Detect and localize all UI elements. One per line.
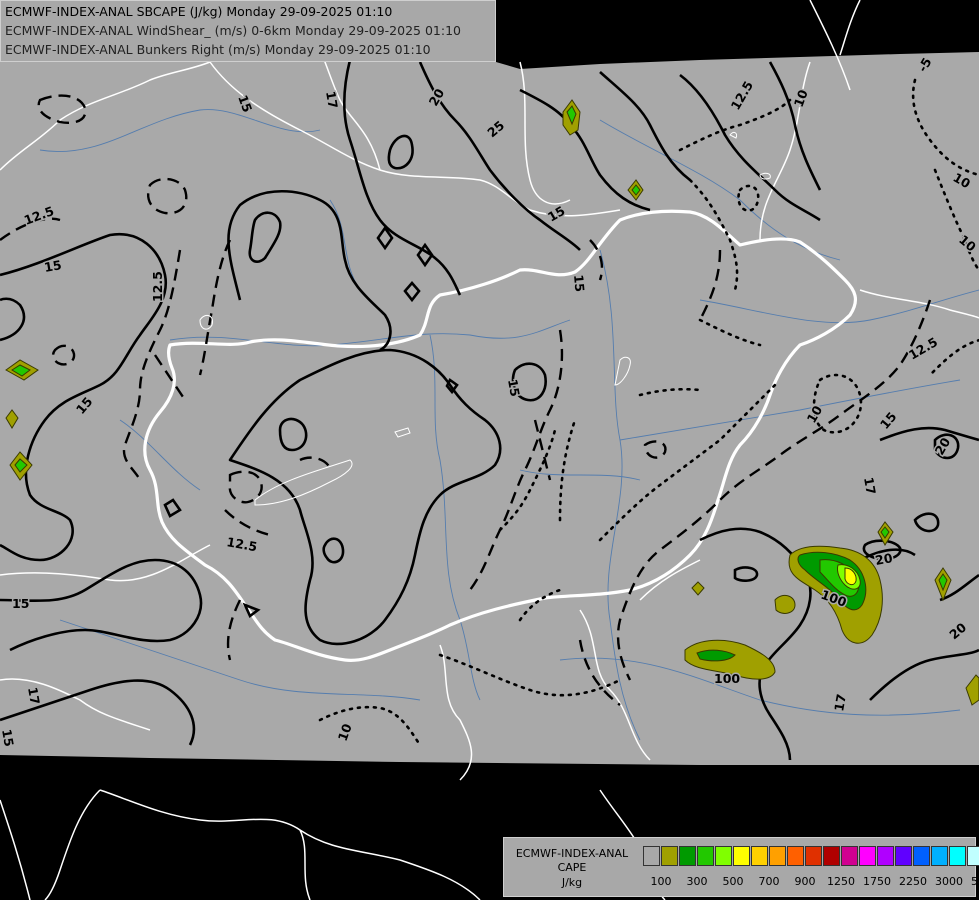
- title-windshear: ECMWF-INDEX-ANAL WindShear_ (m/s) 0-6km …: [5, 23, 461, 38]
- legend-unit: J/kg: [561, 876, 583, 889]
- legend-swatch: [679, 846, 696, 866]
- legend-tick-label: 300: [686, 875, 708, 888]
- map-title-box: ECMWF-INDEX-ANAL SBCAPE (J/kg) Monday 29…: [0, 0, 496, 62]
- legend-swatch: [895, 846, 912, 866]
- legend-swatch: [643, 846, 660, 866]
- legend-swatch: [805, 846, 822, 866]
- legend-swatch: [823, 846, 840, 866]
- legend-swatch: [715, 846, 732, 866]
- legend-variable: CAPE: [557, 861, 587, 874]
- legend-swatch: [697, 846, 714, 866]
- legend-swatch: [733, 846, 750, 866]
- legend-tick-label: 100: [650, 875, 672, 888]
- legend-color-scale: [643, 846, 979, 866]
- contour-label: 12.5: [150, 271, 165, 302]
- legend-swatch: [931, 846, 948, 866]
- legend-swatch: [769, 846, 786, 866]
- legend-swatch: [967, 846, 979, 866]
- contour-label: 15: [0, 728, 17, 748]
- contour-label: 15: [505, 378, 523, 398]
- title-sbcape: ECMWF-INDEX-ANAL SBCAPE (J/kg) Monday 29…: [5, 4, 393, 19]
- legend-swatch: [913, 846, 930, 866]
- legend-tick-label: 500: [722, 875, 744, 888]
- contour-label: 15: [12, 596, 29, 611]
- legend-swatch: [859, 846, 876, 866]
- legend-tick-label: 1750: [863, 875, 891, 888]
- contour-label: 15: [571, 274, 587, 293]
- weather-map: 15 17 20 25 15 12.5 10 -5 10 10 12.5 15 …: [0, 0, 979, 900]
- legend-tick-label: 900: [794, 875, 816, 888]
- legend-swatch: [949, 846, 966, 866]
- contour-label: 17: [323, 90, 341, 110]
- legend-tick-labels: 100 300 500 700 900 1250 1750 2250 3000 5000: [643, 875, 979, 889]
- title-bunkers: ECMWF-INDEX-ANAL Bunkers Right (m/s) Mon…: [5, 42, 431, 57]
- legend-tick-label: 3000: [935, 875, 963, 888]
- legend-title: ECMWF-INDEX-ANAL: [515, 847, 629, 860]
- legend-swatch: [751, 846, 768, 866]
- cape-legend: ECMWF-INDEX-ANAL CAPE J/kg 100 300 500 700 9…: [503, 837, 979, 897]
- contour-label: 100: [714, 671, 740, 686]
- legend-tick-label: 5000: [971, 875, 979, 888]
- contour-label: 15: [43, 257, 63, 275]
- legend-swatch: [787, 846, 804, 866]
- legend-tick-label: 1250: [827, 875, 855, 888]
- contour-label: 17: [831, 693, 849, 713]
- map-domain: [0, 52, 979, 765]
- legend-tick-label: 2250: [899, 875, 927, 888]
- contour-label: 17: [25, 686, 43, 706]
- contour-label: 20: [874, 550, 894, 568]
- legend-swatch: [841, 846, 858, 866]
- contour-label: 17: [861, 476, 879, 496]
- legend-tick-label: 700: [758, 875, 780, 888]
- legend-swatch: [877, 846, 894, 866]
- legend-swatch: [661, 846, 678, 866]
